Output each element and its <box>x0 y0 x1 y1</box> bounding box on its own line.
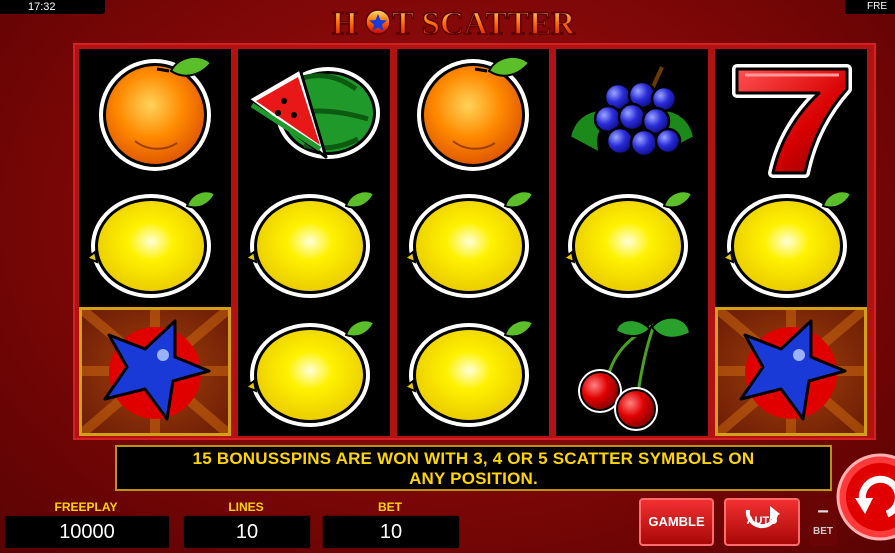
reel-4-symbol-2 <box>556 178 708 307</box>
lemon-icon <box>245 319 375 428</box>
freeplay-label: FREEPLAY <box>54 500 118 514</box>
reel-3-symbol-3 <box>397 307 549 436</box>
reel-3-symbol-1 <box>397 49 549 178</box>
lemon-icon <box>86 190 216 299</box>
reels-frame <box>73 43 876 440</box>
reel-4-symbol-1 <box>556 49 708 178</box>
bet-decrease-button[interactable]: − BET <box>809 498 837 546</box>
lemon-icon <box>563 190 693 299</box>
reel-4 <box>556 49 708 436</box>
reel-5-symbol-3 <box>715 307 867 436</box>
reel-5-symbol-1 <box>715 49 867 178</box>
watermelon-icon <box>248 67 380 159</box>
status-right-label: FRE <box>845 0 895 14</box>
info-message-line-1: 15 BONUSSPINS ARE WON WITH 3, 4 OR 5 SCA… <box>192 449 755 468</box>
game-logo: H T SCATTER <box>331 5 577 42</box>
reel-2 <box>238 49 390 436</box>
lemon-icon <box>404 190 534 299</box>
gamble-button[interactable]: GAMBLE <box>639 498 714 546</box>
auto-button-label: AUTO <box>746 515 778 527</box>
reel-1-symbol-3 <box>79 307 231 436</box>
reel-1-symbol-1 <box>79 49 231 178</box>
info-message-line-2: ANY POSITION. <box>409 469 538 488</box>
lines-label: LINES <box>228 500 264 514</box>
freeplay-value: 10000 <box>4 515 170 549</box>
lines-value[interactable]: 10 <box>183 515 311 549</box>
reel-2-symbol-3 <box>238 307 390 436</box>
reel-2-symbol-2 <box>238 178 390 307</box>
reel-5-symbol-2 <box>715 178 867 307</box>
reel-5 <box>715 49 867 436</box>
reel-3 <box>397 49 549 436</box>
logo-text-scatter: T SCATTER <box>392 6 576 42</box>
reel-2-symbol-1 <box>238 49 390 178</box>
auto-button[interactable]: AUTO <box>724 498 800 546</box>
logo-text-h: H <box>332 6 358 42</box>
minus-icon: − <box>817 501 829 523</box>
bet-decrease-label: BET <box>813 526 833 537</box>
cherries-icon <box>578 318 690 431</box>
lemon-icon <box>722 190 852 299</box>
spin-button[interactable] <box>835 452 895 542</box>
orange-icon <box>415 55 531 173</box>
status-clock: 17:32 <box>0 0 105 14</box>
reel-4-symbol-3 <box>556 307 708 436</box>
lemon-icon <box>404 319 534 428</box>
star-scatter-icon <box>715 307 867 436</box>
star-scatter-icon <box>79 307 231 436</box>
bet-value[interactable]: 10 <box>322 515 460 549</box>
grapes-icon <box>568 65 696 158</box>
orange-icon <box>97 55 213 173</box>
bet-label: BET <box>378 500 402 514</box>
info-message: 15 BONUSSPINS ARE WON WITH 3, 4 OR 5 SCA… <box>115 445 832 491</box>
seven-icon <box>737 69 847 173</box>
reel-1-symbol-2 <box>79 178 231 307</box>
reel-3-symbol-2 <box>397 178 549 307</box>
reel-1 <box>79 49 231 436</box>
lemon-icon <box>245 190 375 299</box>
